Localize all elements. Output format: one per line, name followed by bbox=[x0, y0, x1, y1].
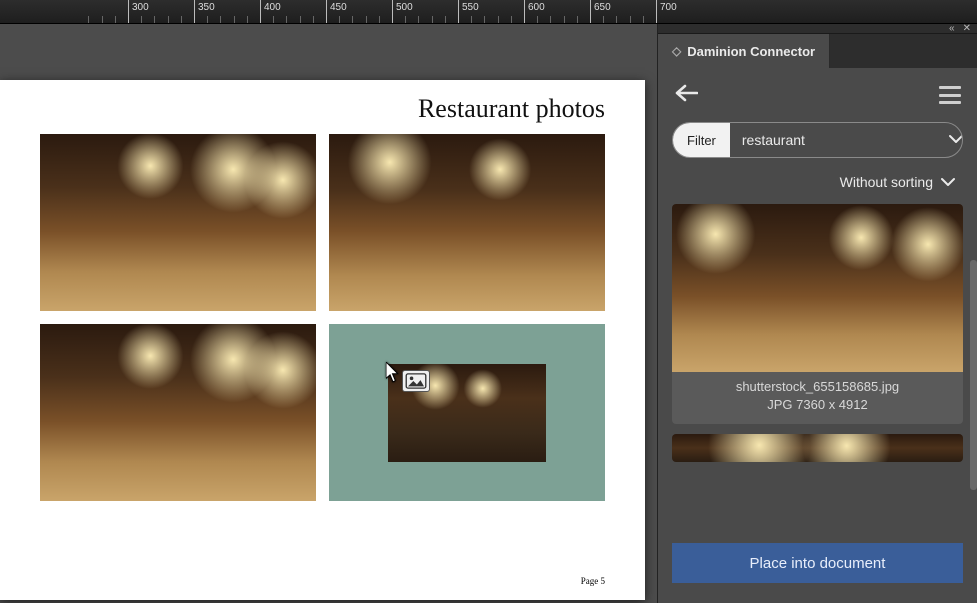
results-list[interactable]: shutterstock_655158685.jpg JPG 7360 x 49… bbox=[658, 204, 977, 529]
result-thumbnail bbox=[672, 434, 963, 462]
back-button[interactable] bbox=[674, 82, 698, 108]
tab-label: Daminion Connector bbox=[687, 44, 815, 59]
tab-grip-icon: ◇ bbox=[672, 44, 681, 58]
sort-dropdown[interactable]: Without sorting bbox=[658, 168, 977, 204]
cursor-pointer-icon bbox=[386, 362, 400, 380]
sort-label: Without sorting bbox=[840, 174, 933, 190]
result-thumbnail bbox=[672, 204, 963, 372]
filter-label: Filter bbox=[673, 123, 730, 157]
placed-image[interactable] bbox=[40, 324, 316, 501]
result-card[interactable] bbox=[672, 434, 963, 462]
result-filename: shutterstock_655158685.jpg bbox=[676, 378, 959, 396]
panel-close-icon[interactable]: ✕ bbox=[963, 23, 971, 34]
result-meta: JPG 7360 x 4912 bbox=[676, 396, 959, 414]
image-frame-drop-target[interactable] bbox=[329, 324, 605, 501]
panel-titlebar-controls: « ✕ bbox=[658, 24, 977, 34]
panel-tabbar: ◇ Daminion Connector bbox=[658, 34, 977, 68]
chevron-down-icon bbox=[941, 177, 955, 187]
page-number: Page 5 bbox=[581, 576, 605, 586]
placed-image[interactable] bbox=[40, 134, 316, 311]
filter-dropdown-toggle[interactable] bbox=[935, 131, 963, 149]
place-into-document-button[interactable]: Place into document bbox=[672, 543, 963, 583]
document-page[interactable]: Restaurant photos Page 5 bbox=[0, 80, 645, 600]
dragged-thumbnail bbox=[388, 364, 546, 462]
menu-button[interactable] bbox=[939, 86, 961, 104]
horizontal-ruler: 300350400450500550600650700 bbox=[0, 0, 977, 24]
filter-control: Filter bbox=[672, 122, 963, 158]
workspace: Restaurant photos Page 5 bbox=[0, 24, 977, 603]
canvas-area[interactable]: Restaurant photos Page 5 bbox=[0, 24, 657, 603]
placed-image[interactable] bbox=[329, 134, 605, 311]
filter-input[interactable] bbox=[730, 132, 935, 148]
panel-minimize-icon[interactable]: « bbox=[949, 23, 955, 34]
tab-daminion-connector[interactable]: ◇ Daminion Connector bbox=[658, 34, 830, 68]
page-title: Restaurant photos bbox=[0, 80, 645, 130]
result-card-selected[interactable]: shutterstock_655158685.jpg JPG 7360 x 49… bbox=[672, 204, 963, 424]
place-image-icon bbox=[402, 370, 430, 392]
scrollbar-thumb[interactable] bbox=[970, 260, 977, 490]
connector-panel: « ✕ ◇ Daminion Connector Filter bbox=[657, 24, 977, 603]
